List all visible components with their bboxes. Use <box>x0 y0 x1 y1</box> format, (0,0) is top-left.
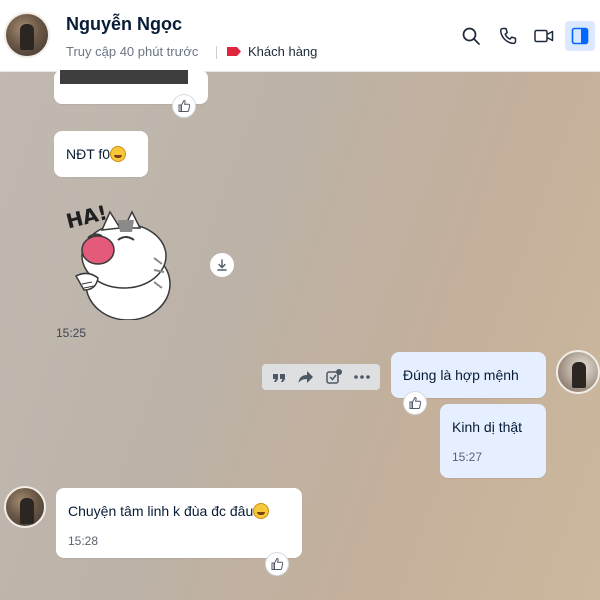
tag-icon[interactable] <box>226 46 242 57</box>
quote-icon[interactable] <box>271 369 287 385</box>
message-bubble-mine[interactable]: Kinh dị thật 15:27 <box>440 404 546 478</box>
message-text: Chuyện tâm linh k đùa đc đâu <box>68 503 270 519</box>
message-actions-bar <box>262 364 380 390</box>
message-bubble-theirs[interactable]: Chuyện tâm linh k đùa đc đâu 15:28 <box>56 488 302 558</box>
like-button[interactable] <box>172 94 196 118</box>
sticker-timestamp: 15:25 <box>56 326 87 340</box>
phone-icon <box>499 27 517 45</box>
header-divider <box>216 46 217 59</box>
contact-avatar-small[interactable] <box>4 486 46 528</box>
thumbs-up-icon <box>271 557 284 570</box>
my-avatar[interactable] <box>556 350 600 394</box>
add-task-icon[interactable] <box>325 368 343 386</box>
message-timestamp: 15:28 <box>68 534 99 548</box>
contact-avatar[interactable] <box>4 12 50 58</box>
more-icon[interactable] <box>353 369 371 385</box>
search-icon <box>462 27 480 45</box>
message-text: NĐT f0 <box>66 146 127 162</box>
search-button[interactable] <box>456 21 486 51</box>
like-button[interactable] <box>265 552 289 576</box>
sticker-message[interactable]: HA! <box>58 198 180 321</box>
laughing-emoji-icon <box>253 503 270 519</box>
thumbs-up-icon <box>178 99 191 112</box>
like-button[interactable] <box>403 391 427 415</box>
message-timestamp: 15:27 <box>452 450 483 464</box>
video-call-button[interactable] <box>529 21 559 51</box>
chat-header: Nguyễn Ngọc Truy cập 40 phút trước Khách… <box>0 0 600 72</box>
laughing-emoji-icon <box>110 146 127 162</box>
voice-call-button[interactable] <box>493 21 523 51</box>
message-bubble-theirs[interactable]: NĐT f0 <box>54 131 148 177</box>
message-text: Đúng là hợp mệnh <box>403 367 519 383</box>
download-icon <box>217 259 227 271</box>
presence-status: Truy cập 40 phút trước <box>66 44 199 59</box>
tag-label[interactable]: Khách hàng <box>248 44 317 59</box>
contact-name[interactable]: Nguyễn Ngọc <box>66 14 182 35</box>
message-text: Kinh dị thật <box>452 419 523 435</box>
sidebar-toggle-button[interactable] <box>565 21 595 51</box>
message-image-preview[interactable] <box>60 70 188 84</box>
cat-laughing-sticker: HA! <box>64 200 171 321</box>
forward-icon[interactable] <box>297 369 315 385</box>
video-call-icon <box>534 29 554 43</box>
thumbs-up-icon <box>409 396 422 409</box>
download-button[interactable] <box>210 253 234 277</box>
sidebar-toggle-icon <box>571 27 589 45</box>
